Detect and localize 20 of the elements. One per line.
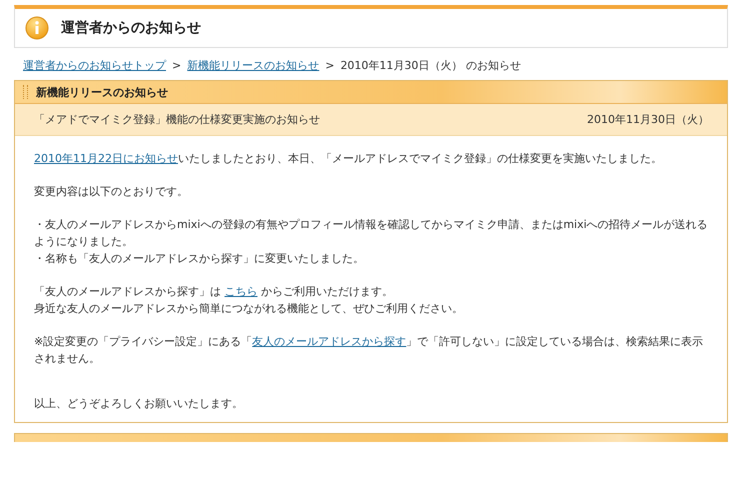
body-text: 以上、どうぞよろしくお願いいたします。 xyxy=(34,396,244,412)
notice-subject: 「メアドでマイミク登録」機能の仕様変更実施のお知らせ xyxy=(34,112,320,127)
breadcrumb-separator: > xyxy=(172,59,182,72)
breadcrumb-link[interactable]: 新機能リリースのお知らせ xyxy=(187,58,320,73)
body-text: ※設定変更の「プライバシー設定」にある「友人のメールアドレスから探す」で「許可しない」に設定している場合は、検索結果に表示されません。 xyxy=(34,334,704,367)
body-text: 「友人のメールアドレスから探す」は こちら からご利用いただけます。 xyxy=(34,284,394,300)
text-link[interactable]: 2010年11月22日にお知らせ xyxy=(34,152,178,165)
body-text: 変更内容は以下のとおりです。 xyxy=(34,184,189,200)
breadcrumb-separator: > xyxy=(325,59,334,72)
body-text: ・友人のメールアドレスからmixiへの登録の有無やプロフィール情報を確認してからマイミク申請、またはmixiへの招待メールが送れるようになりました。 xyxy=(34,217,709,250)
breadcrumb-current: 2010年11月30日（火） のお知らせ xyxy=(340,58,521,73)
notice-date: 2010年11月30日（火） xyxy=(587,112,709,127)
panel-title: 新機能リリースのお知らせ xyxy=(36,84,168,100)
body-text: ・名称も「友人のメールアドレスから探す」に変更いたしました。 xyxy=(34,251,365,267)
body-text: 2010年11月22日にお知らせいたしましたとおり、本日、「メールアドレスでマイミク登録」の仕様変更を実施いたしました。 xyxy=(34,151,663,167)
text-link[interactable]: 友人のメールアドレスから探す xyxy=(252,335,406,348)
body-text: 身近な友人のメールアドレスから簡単につながれる機能として、ぜひご利用ください。 xyxy=(34,301,464,317)
breadcrumb-link[interactable]: 運営者からのお知らせトップ xyxy=(23,58,166,73)
text-link[interactable]: こちら xyxy=(224,285,258,298)
page-title: 運営者からのお知らせ xyxy=(61,19,201,37)
